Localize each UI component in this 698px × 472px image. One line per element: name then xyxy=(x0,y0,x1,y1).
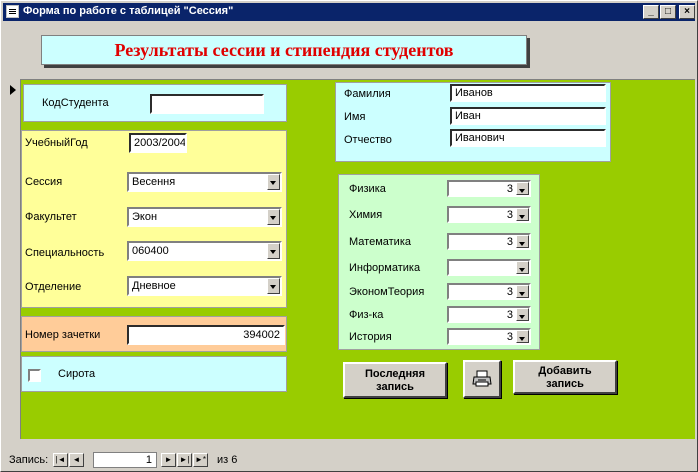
maximize-button[interactable]: □ xyxy=(660,5,676,19)
record-book-field[interactable]: 394002 xyxy=(127,325,285,345)
academic-info-panel: УчебныйГод 2003/2004 Сессия Весення Факу… xyxy=(21,130,287,308)
faculty-dropdown-arrow-icon[interactable] xyxy=(267,209,280,225)
grade-dropdown-arrow-icon[interactable] xyxy=(516,285,529,298)
form-detail-section: КодСтудента УчебныйГод 2003/2004 Сессия … xyxy=(21,79,695,439)
grade-dropdown-arrow-icon[interactable] xyxy=(516,330,529,343)
grade-subject-label: Химия xyxy=(349,209,383,221)
record-book-label: Номер зачетки xyxy=(25,329,101,341)
person-panel: Фамилия Иванов Имя Иван Отчество Иванови… xyxy=(335,82,611,162)
last-record-line2: запись xyxy=(376,381,414,393)
close-button[interactable]: × xyxy=(679,5,695,19)
grade-combo[interactable]: 3 xyxy=(447,180,531,197)
last-record-button[interactable]: Последняя запись xyxy=(343,362,447,398)
student-id-field[interactable] xyxy=(150,94,264,114)
record-selector[interactable] xyxy=(5,79,21,439)
first-record-icon[interactable]: |◄ xyxy=(53,453,68,467)
record-book-panel: Номер зачетки 394002 xyxy=(21,316,287,352)
grade-dropdown-arrow-icon[interactable] xyxy=(516,208,529,221)
department-label: Отделение xyxy=(25,281,82,293)
window-title: Форма по работе с таблицей "Сессия" xyxy=(23,5,234,17)
grade-dropdown-arrow-icon[interactable] xyxy=(516,308,529,321)
department-value: Дневное xyxy=(132,280,176,292)
grade-dropdown-arrow-icon[interactable] xyxy=(516,182,529,195)
add-record-button[interactable]: Добавить запись xyxy=(513,360,617,394)
specialty-label: Специальность xyxy=(25,247,105,259)
session-label: Сессия xyxy=(25,176,63,188)
surname-field[interactable]: Иванов xyxy=(450,84,606,102)
academic-year-label: УчебныйГод xyxy=(25,137,88,149)
grade-dropdown-arrow-icon[interactable] xyxy=(516,235,529,248)
printer-icon xyxy=(472,370,492,387)
last-record-icon[interactable]: ►| xyxy=(177,453,192,467)
record-label: Запись: xyxy=(9,454,49,466)
current-record-field[interactable]: 1 xyxy=(93,452,157,468)
grade-value: 3 xyxy=(506,236,513,248)
grade-value: 3 xyxy=(506,309,513,321)
session-dropdown-arrow-icon[interactable] xyxy=(267,174,280,190)
grade-dropdown-arrow-icon[interactable] xyxy=(516,261,529,274)
previous-record-icon[interactable]: ◄ xyxy=(69,453,84,467)
orphan-panel: Сирота xyxy=(21,356,287,392)
specialty-dropdown-arrow-icon[interactable] xyxy=(267,243,280,259)
grade-subject-label: Математика xyxy=(349,236,411,248)
grade-combo[interactable]: 3 xyxy=(447,306,531,323)
grade-combo[interactable] xyxy=(447,259,531,276)
grade-value: 3 xyxy=(506,183,513,195)
last-record-line1: Последняя xyxy=(364,368,426,380)
title-bar[interactable]: Форма по работе с таблицей "Сессия" _ □ … xyxy=(3,3,695,21)
name-label: Имя xyxy=(344,111,366,123)
department-combo[interactable]: Дневное xyxy=(127,276,282,296)
grade-value: 3 xyxy=(506,286,513,298)
name-field[interactable]: Иван xyxy=(450,107,606,125)
print-button[interactable] xyxy=(463,360,501,398)
academic-year-field[interactable]: 2003/2004 xyxy=(129,133,187,153)
grade-combo[interactable]: 3 xyxy=(447,328,531,345)
grade-combo[interactable]: 3 xyxy=(447,283,531,300)
student-id-label: КодСтудента xyxy=(42,97,109,109)
patronymic-field[interactable]: Иванович xyxy=(450,129,606,147)
patronymic-label: Отчество xyxy=(344,134,392,146)
form-banner-title: Результаты сессии и стипендия студентов xyxy=(41,35,527,65)
grade-subject-label: ЭкономТеория xyxy=(349,286,425,298)
new-record-icon[interactable]: ►* xyxy=(193,453,208,467)
record-navigation-bar: Запись: |◄ ◄ 1 ► ►| ►* из 6 xyxy=(5,451,695,469)
add-record-line2: запись xyxy=(546,378,584,390)
next-record-icon[interactable]: ► xyxy=(161,453,176,467)
add-record-line1: Добавить xyxy=(538,365,592,377)
surname-label: Фамилия xyxy=(344,88,391,100)
grade-combo[interactable]: 3 xyxy=(447,206,531,223)
department-dropdown-arrow-icon[interactable] xyxy=(267,278,280,294)
form-icon[interactable] xyxy=(6,5,19,18)
grade-value: 3 xyxy=(506,331,513,343)
specialty-combo[interactable]: 060400 xyxy=(127,241,282,261)
faculty-label: Факультет xyxy=(25,211,77,223)
grade-subject-label: История xyxy=(349,331,392,343)
student-id-panel: КодСтудента xyxy=(23,84,287,122)
grade-subject-label: Физ-ка xyxy=(349,309,384,321)
session-value: Весення xyxy=(132,176,176,188)
session-combo[interactable]: Весення xyxy=(127,172,282,192)
grade-subject-label: Физика xyxy=(349,183,386,195)
record-count: из 6 xyxy=(217,454,238,466)
grade-combo[interactable]: 3 xyxy=(447,233,531,250)
current-record-arrow-icon xyxy=(10,85,16,95)
minimize-button[interactable]: _ xyxy=(643,5,659,19)
orphan-label: Сирота xyxy=(58,368,96,380)
faculty-combo[interactable]: Экон xyxy=(127,207,282,227)
grade-value: 3 xyxy=(506,209,513,221)
faculty-value: Экон xyxy=(132,211,158,223)
grade-subject-label: Информатика xyxy=(349,262,421,274)
grades-panel: Физика 3 Химия 3 Математика 3 Информатик… xyxy=(338,174,540,350)
access-form-window: Форма по работе с таблицей "Сессия" _ □ … xyxy=(0,0,698,472)
specialty-value: 060400 xyxy=(132,245,169,257)
orphan-checkbox[interactable] xyxy=(28,369,41,382)
